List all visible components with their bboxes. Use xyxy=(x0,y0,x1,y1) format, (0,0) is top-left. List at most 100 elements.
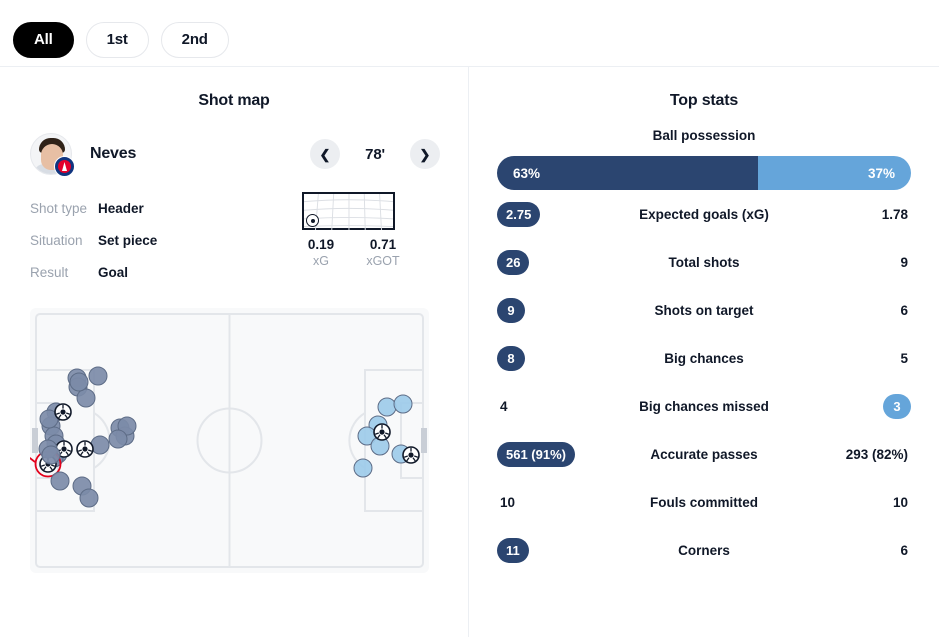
avatar xyxy=(30,133,75,177)
stat-home-badge: 8 xyxy=(497,345,525,371)
stat-label: Expected goals (xG) xyxy=(639,206,769,222)
stat-away-value: 3 xyxy=(793,393,911,419)
shot-marker[interactable] xyxy=(353,458,373,478)
shot-marker[interactable] xyxy=(79,488,99,508)
stat-row: 2.75 Expected goals (xG) 1.78 xyxy=(497,190,911,238)
shot-marker-goal[interactable] xyxy=(402,446,420,464)
shot-marker[interactable] xyxy=(69,372,89,392)
stat-away-value: 6 xyxy=(793,543,911,558)
stat-row: 26 Total shots 9 xyxy=(497,238,911,286)
detail-value: Goal xyxy=(98,264,129,280)
stat-row: 4 Big chances missed 3 xyxy=(497,382,911,430)
shot-marker[interactable] xyxy=(50,471,70,491)
detail-value: Set piece xyxy=(98,232,158,248)
shot-ball-marker-icon xyxy=(306,214,319,227)
detail-key: Shot type xyxy=(30,200,88,216)
shot-marker-goal[interactable] xyxy=(54,403,72,421)
stat-label: Accurate passes xyxy=(650,446,758,462)
stat-home-badge: 2.75 xyxy=(497,201,541,227)
shot-marker[interactable] xyxy=(393,394,413,414)
stat-home-value: 26 xyxy=(497,249,615,275)
stat-away-badge: 6 xyxy=(900,302,908,318)
stat-away-badge: 293 (82%) xyxy=(845,446,908,462)
stat-row: 11 Corners 6 xyxy=(497,526,911,574)
stat-home-badge: 561 (91%) xyxy=(497,441,575,467)
period-tabs: All 1st 2nd xyxy=(0,0,939,66)
shot-player-header: Neves ❮ 78' ❯ xyxy=(0,110,468,177)
stat-away-badge: 5 xyxy=(900,350,908,366)
goal-post xyxy=(421,428,427,453)
detail-key: Result xyxy=(30,264,69,280)
xg-label: xG xyxy=(313,254,329,268)
xgot-label: xGOT xyxy=(366,254,400,268)
shot-minute: 78' xyxy=(365,145,385,163)
chevron-right-icon[interactable]: ❯ xyxy=(410,139,440,169)
tab-all[interactable]: All xyxy=(13,21,74,58)
stat-label: Big chances xyxy=(664,350,744,366)
detail-row-result: Result Goal xyxy=(30,256,278,288)
stat-away-value: 293 (82%) xyxy=(793,447,911,462)
stat-label: Shots on target xyxy=(654,302,754,318)
shot-marker-goal[interactable] xyxy=(76,440,94,458)
stat-away-value: 9 xyxy=(793,255,911,270)
player-name: Neves xyxy=(90,145,137,162)
stat-row: 9 Shots on target 6 xyxy=(497,286,911,334)
shot-marker-goal[interactable] xyxy=(373,423,391,441)
stat-home-value: 4 xyxy=(497,399,615,414)
stat-home-value: 9 xyxy=(497,297,615,323)
psg-badge-icon xyxy=(54,156,75,177)
shot-nav: ❮ 78' ❯ xyxy=(310,139,440,169)
stats-list: Ball possession 63% 37% 2.75 Expected goa… xyxy=(469,110,939,574)
stat-away-badge: 10 xyxy=(892,494,908,510)
stat-away-value: 10 xyxy=(793,495,911,510)
shot-details: Shot type Header Situation Set piece Res… xyxy=(0,176,468,288)
stat-row: 561 (91%) Accurate passes 293 (82%) xyxy=(497,430,911,478)
possession-home-value: 63% xyxy=(497,156,758,190)
stat-row: 10 Fouls committed 10 xyxy=(497,478,911,526)
stat-home-badge: 26 xyxy=(497,249,530,275)
xg-metrics: 0.19 xG 0.71 xGOT xyxy=(290,237,420,268)
xgot-value: 0.71 xyxy=(369,237,397,252)
stat-away-value: 6 xyxy=(793,303,911,318)
goal-post xyxy=(32,428,38,453)
stat-home-badge: 4 xyxy=(500,398,508,414)
detail-row-situation: Situation Set piece xyxy=(30,224,278,256)
tab-2nd[interactable]: 2nd xyxy=(160,21,229,58)
shot-map-pitch[interactable] xyxy=(30,308,429,573)
detail-row-shot-type: Shot type Header xyxy=(30,192,278,224)
stat-away-badge: 6 xyxy=(900,542,908,558)
stat-row: 8 Big chances 5 xyxy=(497,334,911,382)
stat-away-value: 5 xyxy=(793,351,911,366)
stat-home-badge: 9 xyxy=(497,297,525,323)
top-stats-title: Top stats xyxy=(669,92,739,109)
shot-marker[interactable] xyxy=(76,388,96,408)
top-stats-panel: Top stats Ball possession 63% 37% 2.75 Ex… xyxy=(469,67,939,637)
possession-away-value: 37% xyxy=(757,156,911,190)
shot-map-panel: Shot map Neves ❮ 78' ❯ Shot type Header … xyxy=(0,67,469,637)
stat-away-badge: 1.78 xyxy=(881,206,908,222)
shot-marker[interactable] xyxy=(90,435,110,455)
shot-marker[interactable] xyxy=(88,366,108,386)
stat-rows: 2.75 Expected goals (xG) 1.78 26 Total shots… xyxy=(497,190,911,574)
detail-value: Header xyxy=(98,200,144,216)
pitch-container xyxy=(30,308,438,573)
xg-value: 0.19 xyxy=(307,237,335,252)
stat-home-value: 561 (91%) xyxy=(497,441,615,467)
tab-1st[interactable]: 1st xyxy=(85,21,149,58)
detail-key: Situation xyxy=(30,232,83,248)
shot-marker[interactable] xyxy=(108,429,128,449)
possession-label: Ball possession xyxy=(652,128,756,143)
goal-frame-icon xyxy=(302,192,395,231)
shot-marker[interactable] xyxy=(41,445,61,465)
shot-marker[interactable] xyxy=(377,397,397,417)
stat-home-badge: 10 xyxy=(500,494,516,510)
stat-label: Corners xyxy=(678,542,730,558)
stat-home-value: 8 xyxy=(497,345,615,371)
stat-label: Fouls committed xyxy=(649,494,758,510)
chevron-left-icon[interactable]: ❮ xyxy=(310,139,340,169)
stat-away-badge: 9 xyxy=(900,254,908,270)
stat-label: Total shots xyxy=(668,254,740,270)
xgot-metric: 0.71 xGOT xyxy=(352,237,414,268)
stat-home-value: 11 xyxy=(497,537,615,563)
selected-shot-arrow xyxy=(30,456,36,463)
